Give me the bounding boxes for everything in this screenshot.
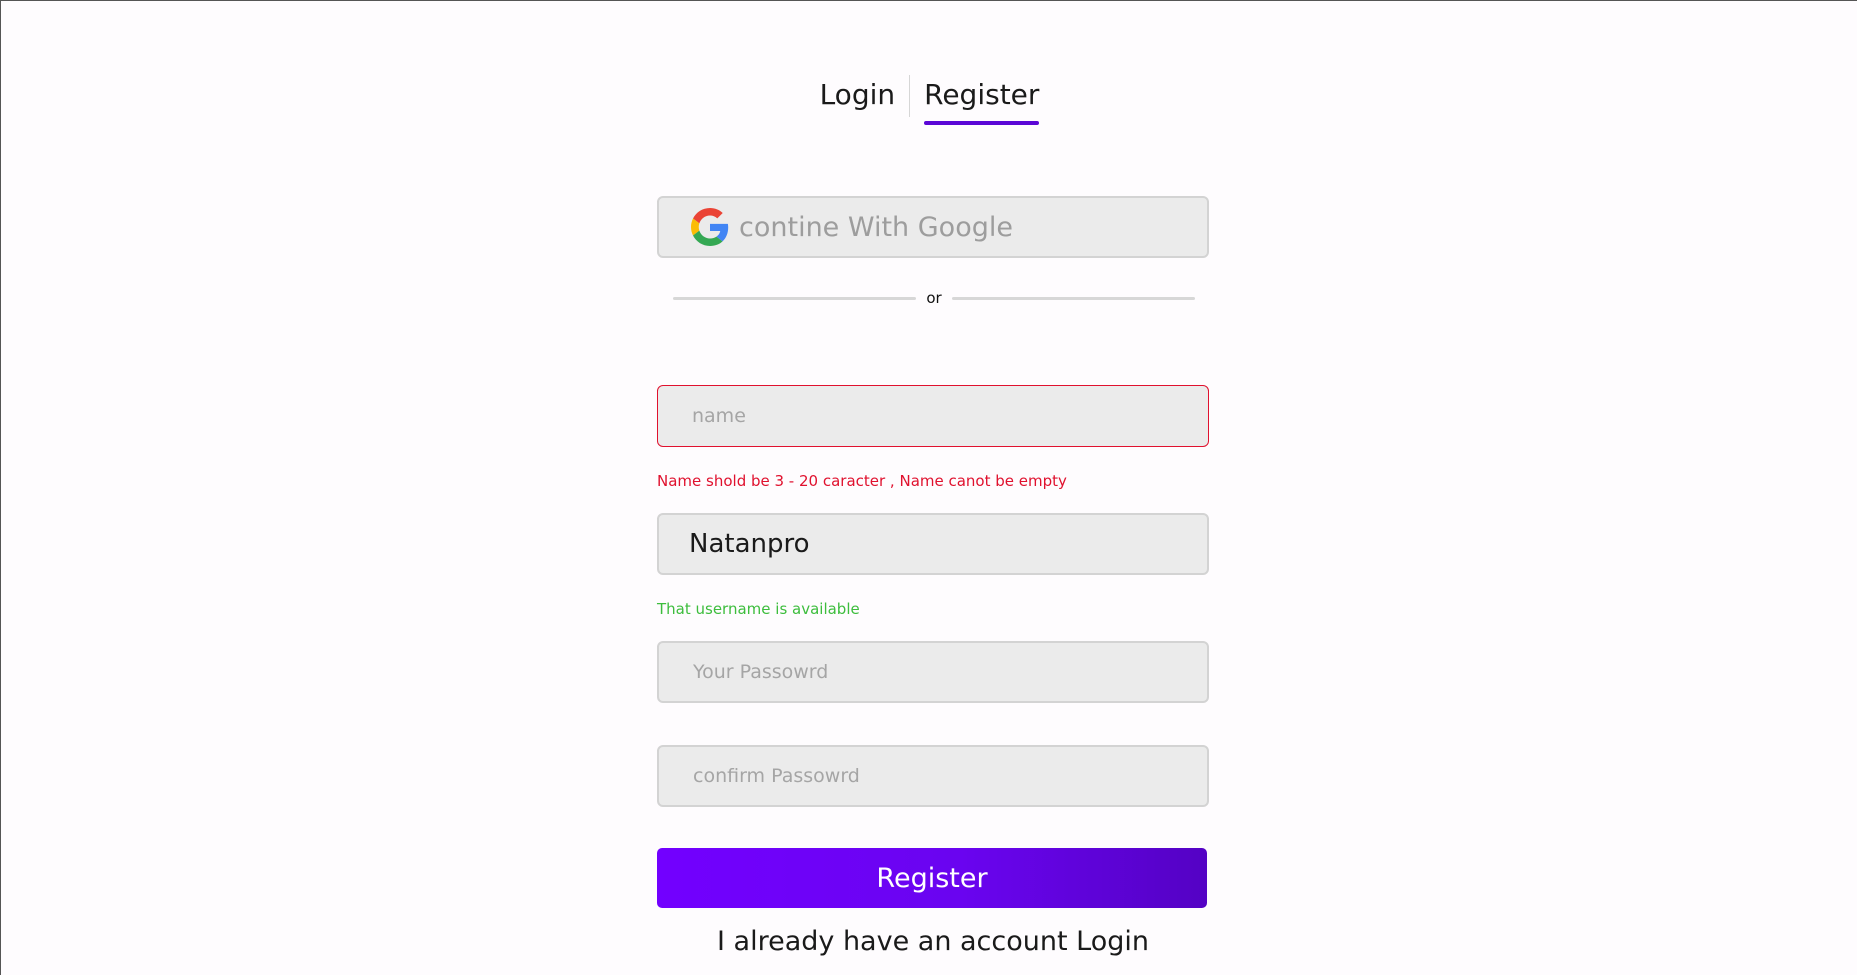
- confirm-password-input[interactable]: [657, 745, 1209, 807]
- password-input[interactable]: [657, 641, 1209, 703]
- or-label: or: [926, 289, 942, 307]
- login-switch-link[interactable]: I already have an account Login: [657, 926, 1209, 957]
- username-status-message: That username is available: [657, 600, 860, 618]
- name-error-message: Name shold be 3 - 20 caracter , Name can…: [657, 472, 1067, 490]
- or-divider: or: [657, 288, 1211, 308]
- name-input[interactable]: [657, 385, 1209, 447]
- divider-line-left: [673, 296, 917, 300]
- register-form: contine With Google or Name shold be 3 -…: [657, 196, 1211, 957]
- register-button[interactable]: Register: [657, 848, 1207, 908]
- google-signin-button[interactable]: contine With Google: [657, 196, 1209, 258]
- tab-register[interactable]: Register: [910, 73, 1053, 125]
- google-g-icon: [691, 208, 729, 246]
- google-signin-label: contine With Google: [739, 211, 1013, 243]
- tab-login[interactable]: Login: [806, 73, 910, 125]
- username-input[interactable]: [657, 513, 1209, 575]
- auth-tabs: Login Register: [1, 73, 1857, 125]
- divider-line-right: [951, 296, 1196, 300]
